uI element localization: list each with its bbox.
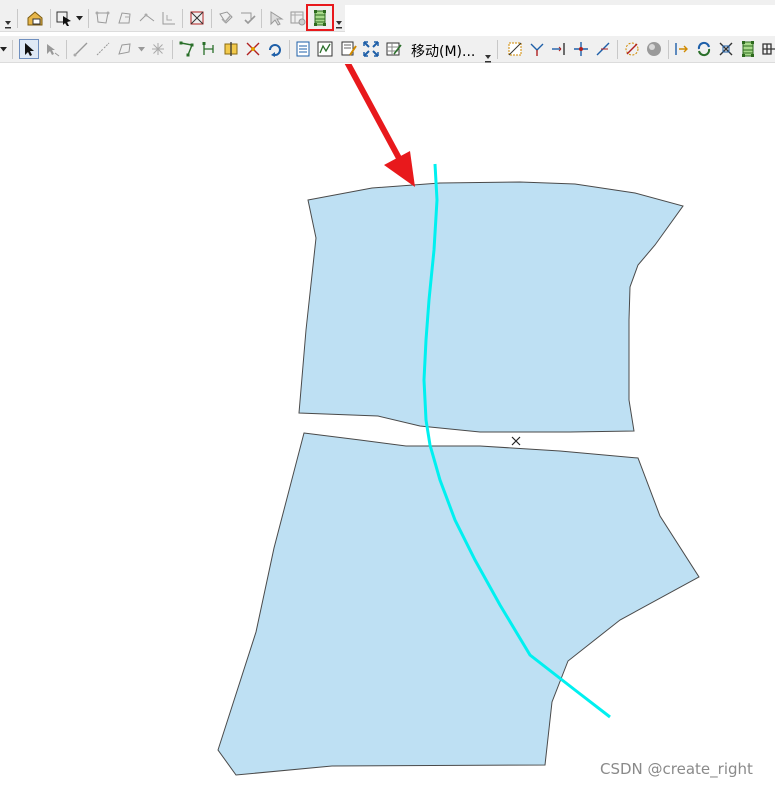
vertex-asterisk-icon[interactable] xyxy=(148,39,168,59)
validate-shapes-icon[interactable] xyxy=(115,8,135,28)
merge-edges-icon[interactable] xyxy=(159,8,179,28)
trim-tool-icon[interactable] xyxy=(527,39,547,59)
chevron-down-icon[interactable] xyxy=(0,47,7,52)
cut-polygons-icon[interactable] xyxy=(221,39,241,59)
toolbar-separator xyxy=(261,9,262,28)
toolbar-separator xyxy=(289,40,290,59)
edit-vertices-icon[interactable] xyxy=(177,39,197,59)
extend-tool-icon[interactable] xyxy=(549,39,569,59)
toolbar-separator xyxy=(617,40,618,59)
validate-extent-icon[interactable] xyxy=(238,8,258,28)
extend-line-icon[interactable] xyxy=(593,39,613,59)
square-select-icon[interactable] xyxy=(505,39,525,59)
topology-toolbar xyxy=(0,5,345,32)
edit-table-icon[interactable] xyxy=(384,39,404,59)
highlight-box xyxy=(306,4,334,31)
end-point-arc-icon[interactable] xyxy=(93,39,113,59)
edit-annotation-icon[interactable] xyxy=(42,39,62,59)
toolbar-separator xyxy=(172,40,173,59)
edit-tool-icon[interactable] xyxy=(19,39,39,59)
rotate-tool-icon[interactable] xyxy=(265,39,285,59)
topology-edit-tool-icon[interactable] xyxy=(738,39,758,59)
toolbar-grip-icon[interactable] xyxy=(4,19,12,30)
reconnect-edges-icon[interactable] xyxy=(137,8,157,28)
topology-error-table-icon[interactable] xyxy=(288,8,308,28)
toolbar-separator xyxy=(88,9,89,28)
split-tool-icon[interactable] xyxy=(243,39,263,59)
create-features-icon[interactable] xyxy=(339,39,359,59)
toolbar-separator xyxy=(66,40,67,59)
toolbar-options-icon[interactable] xyxy=(335,19,343,30)
reshape-feature-icon[interactable] xyxy=(199,39,219,59)
topology-select-icon[interactable] xyxy=(54,8,74,28)
lower-parcel-polygon[interactable] xyxy=(217,432,700,776)
vertex-marker-icon xyxy=(511,436,521,446)
red-arrow-annotation xyxy=(344,64,415,187)
move-vertices-icon[interactable] xyxy=(361,39,381,59)
straight-segment-icon[interactable] xyxy=(71,39,91,59)
fix-topology-error-icon[interactable] xyxy=(187,8,207,28)
toolbar-separator xyxy=(497,40,498,59)
generalize-tool-icon[interactable] xyxy=(716,39,736,59)
toolbar-separator xyxy=(12,40,13,59)
move-menu-label[interactable]: 移动(M)... xyxy=(411,41,475,61)
chevron-down-icon[interactable] xyxy=(76,16,83,21)
attributes-icon[interactable] xyxy=(293,39,313,59)
error-inspector-icon[interactable] xyxy=(266,8,286,28)
editor-toolbar: 移动(M)... xyxy=(0,36,775,63)
sketch-properties-icon[interactable] xyxy=(315,39,335,59)
validate-edges-icon[interactable] xyxy=(93,8,113,28)
line-intersect-icon[interactable] xyxy=(571,39,591,59)
chevron-down-icon[interactable] xyxy=(138,47,145,52)
toolbar-separator xyxy=(182,9,183,28)
construction-tools-icon[interactable] xyxy=(115,39,135,59)
buffer-tool-icon[interactable] xyxy=(672,39,692,59)
snapping-icon[interactable] xyxy=(622,39,642,59)
chevron-down-icon[interactable] xyxy=(484,53,492,64)
refresh-tool-icon[interactable] xyxy=(694,39,714,59)
watermark-text: CSDN @create_right xyxy=(600,760,753,778)
map-canvas[interactable] xyxy=(0,64,775,790)
toolbar-separator xyxy=(668,40,669,59)
upper-parcel-polygon[interactable] xyxy=(298,181,684,433)
toolbar-separator xyxy=(50,9,51,28)
toolbar-separator xyxy=(17,9,18,28)
sphere-icon[interactable] xyxy=(644,39,664,59)
toolbar-separator xyxy=(211,9,212,28)
shared-features-icon[interactable] xyxy=(760,39,775,59)
validate-topology-icon[interactable] xyxy=(216,8,236,28)
topology-house-icon[interactable] xyxy=(25,8,45,28)
